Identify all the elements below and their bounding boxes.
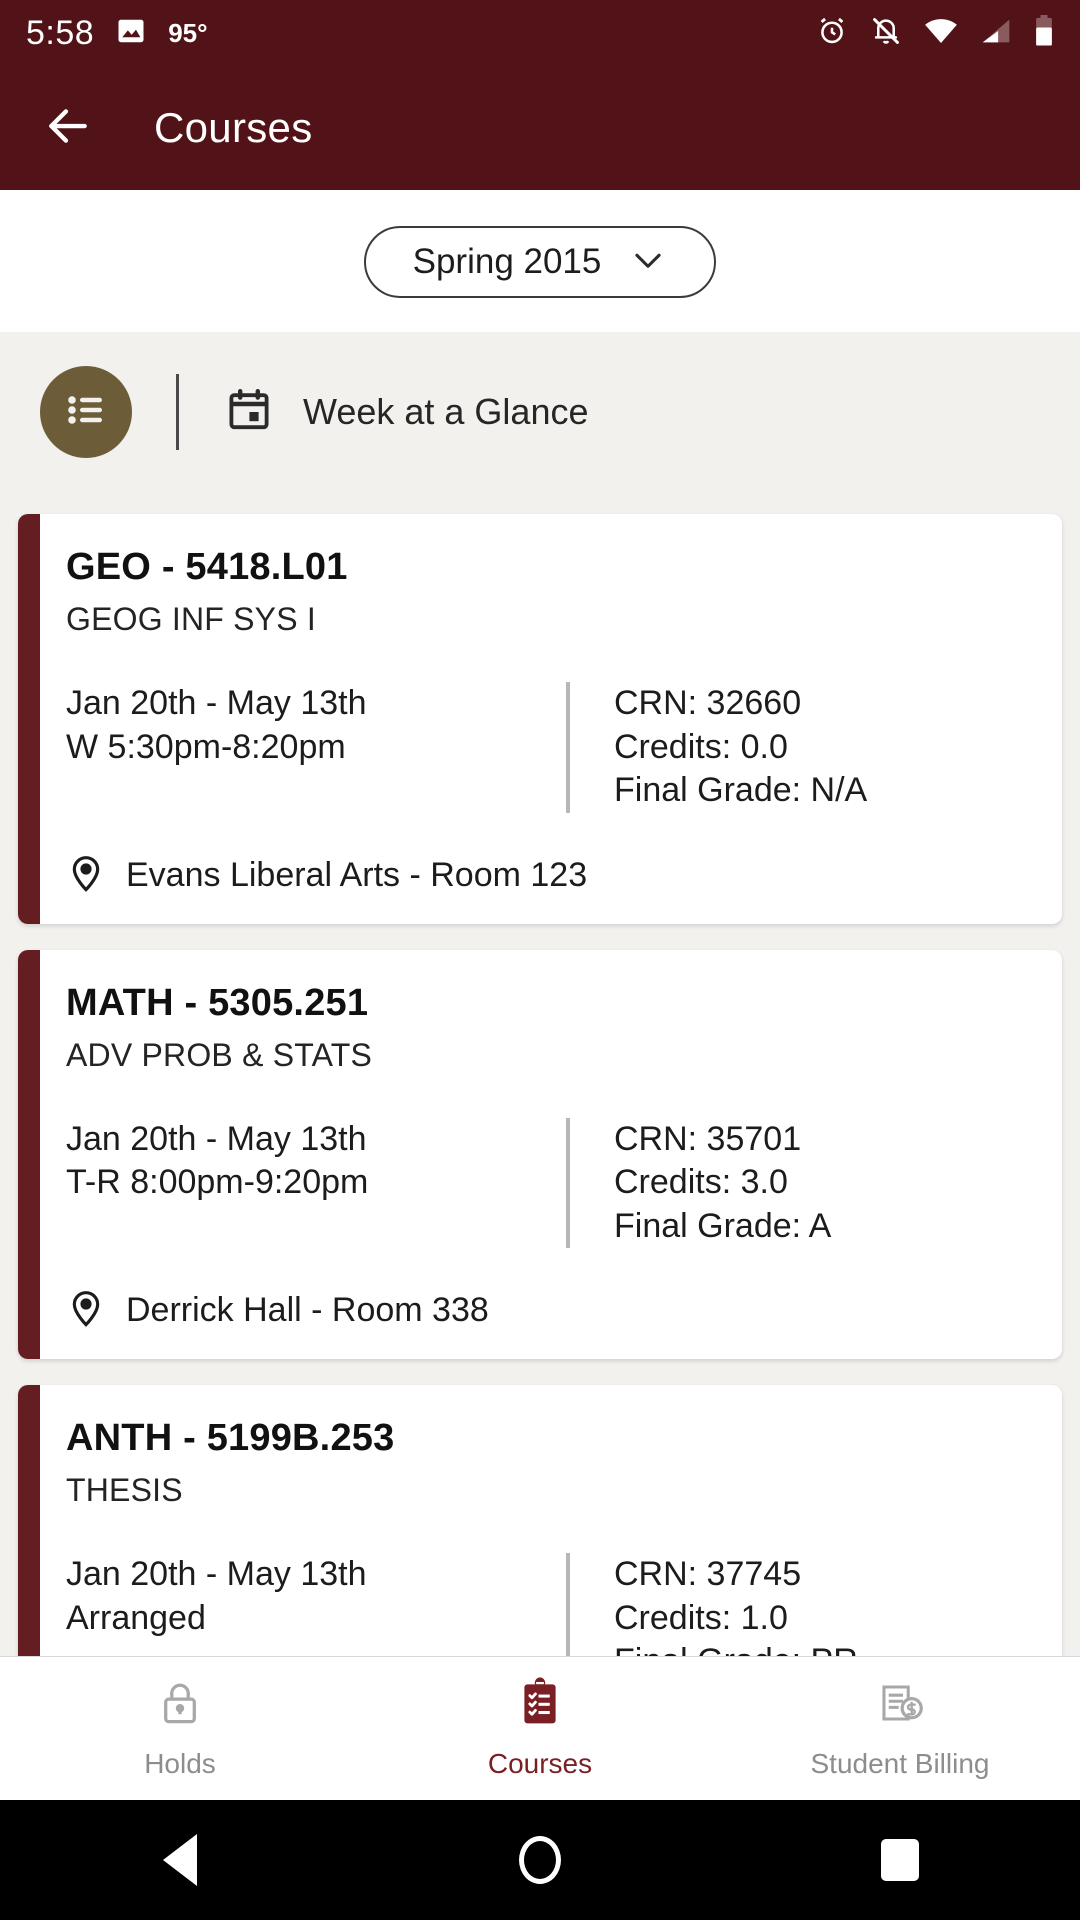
term-selector-label: Spring 2015 xyxy=(412,242,602,281)
course-crn: CRN: 37745 xyxy=(614,1555,802,1594)
back-arrow-icon xyxy=(43,101,93,156)
nav-item-courses[interactable]: Courses xyxy=(360,1657,720,1800)
course-details: Jan 20th - May 13th W 5:30pm-8:20pm CRN:… xyxy=(66,682,1022,813)
app-screen: 5:58 95° Courses Spring 2015 Week at a G… xyxy=(0,0,1080,1920)
course-meeting-times: T-R 8:00pm-9:20pm xyxy=(66,1163,369,1202)
course-code: GEO - 5418.L01 xyxy=(66,546,348,588)
lock-icon xyxy=(154,1677,206,1734)
battery-icon xyxy=(1034,14,1054,52)
bottom-navigation: Holds Courses Student Billing xyxy=(0,1656,1080,1800)
card-accent-bar xyxy=(18,514,40,924)
toolbar-divider xyxy=(176,374,179,450)
list-icon xyxy=(62,386,110,439)
card-accent-bar xyxy=(18,1385,40,1656)
course-card[interactable]: GEO - 5418.L01 GEOG INF SYS I Jan 20th -… xyxy=(18,514,1062,924)
nav-item-student-billing[interactable]: Student Billing xyxy=(720,1657,1080,1800)
course-dates: Jan 20th - May 13th xyxy=(66,1555,367,1594)
course-info-column: CRN: 32660 Credits: 0.0 Final Grade: N/A xyxy=(614,682,1022,813)
course-crn: CRN: 32660 xyxy=(614,684,802,722)
image-icon xyxy=(116,16,146,51)
calendar-icon xyxy=(225,386,273,439)
course-final-grade: Final Grade: PR xyxy=(614,1640,1022,1656)
android-home-button[interactable] xyxy=(360,1836,720,1884)
page-title: Courses xyxy=(154,104,313,151)
course-info-column: CRN: 35701 Credits: 3.0 Final Grade: A xyxy=(614,1118,1022,1249)
course-dates: Jan 20th - May 13th xyxy=(66,1119,367,1158)
cellular-signal-icon xyxy=(980,16,1012,51)
week-at-a-glance-button[interactable]: Week at a Glance xyxy=(225,386,589,439)
android-back-icon xyxy=(163,1834,197,1886)
course-credits: Credits: 3.0 xyxy=(614,1163,788,1202)
status-temperature: 95° xyxy=(168,17,208,48)
course-card[interactable]: MATH - 5305.251 ADV PROB & STATS Jan 20t… xyxy=(18,949,1062,1360)
course-credits: Credits: 1.0 xyxy=(614,1598,788,1637)
details-divider xyxy=(566,1117,570,1249)
course-list[interactable]: GEO - 5418.L01 GEOG INF SYS I Jan 20th -… xyxy=(0,492,1080,1656)
course-title: ADV PROB & STATS xyxy=(66,1036,373,1073)
course-meeting-times: Arranged xyxy=(66,1598,206,1637)
card-accent-bar xyxy=(18,949,40,1360)
course-info-column: CRN: 37745 Credits: 1.0 Final Grade: PR xyxy=(614,1553,1022,1656)
chevron-down-icon xyxy=(629,241,667,284)
course-schedule-column: Jan 20th - May 13th W 5:30pm-8:20pm xyxy=(66,682,566,813)
view-toolbar: Week at a Glance xyxy=(0,332,1080,492)
course-credits: Credits: 0.0 xyxy=(614,727,788,766)
course-meeting-times: W 5:30pm-8:20pm xyxy=(66,727,346,766)
course-location-row: Evans Liberal Arts - Room 123 xyxy=(66,853,1022,898)
back-button[interactable] xyxy=(40,100,96,156)
billing-document-icon xyxy=(874,1677,926,1734)
android-recents-icon xyxy=(881,1839,919,1881)
course-code: ANTH - 5199B.253 xyxy=(66,1417,395,1460)
course-card[interactable]: ANTH - 5199B.253 THESIS Jan 20th - May 1… xyxy=(18,1385,1062,1656)
course-dates: Jan 20th - May 13th xyxy=(66,684,367,722)
course-title: GEOG INF SYS I xyxy=(66,601,316,637)
notifications-off-icon xyxy=(870,15,902,52)
course-details: Jan 20th - May 13th T-R 8:00pm-9:20pm CR… xyxy=(66,1117,1022,1249)
nav-label-holds: Holds xyxy=(144,1748,216,1779)
course-details: Jan 20th - May 13th Arranged CRN: 37745 … xyxy=(66,1553,1022,1656)
nav-label-courses: Courses xyxy=(487,1748,593,1779)
course-location: Evans Liberal Arts - Room 123 xyxy=(126,855,588,894)
course-schedule-column: Jan 20th - May 13th Arranged xyxy=(66,1553,566,1656)
details-divider xyxy=(566,1553,570,1656)
location-pin-icon xyxy=(66,1288,106,1333)
alarm-icon xyxy=(816,15,848,52)
status-bar-left: 5:58 95° xyxy=(26,14,208,53)
course-final-grade: Final Grade: A xyxy=(614,1206,832,1245)
status-time: 5:58 xyxy=(26,13,95,52)
app-bar: Courses xyxy=(0,66,1080,190)
android-back-button[interactable] xyxy=(0,1834,360,1886)
course-location: Derrick Hall - Room 338 xyxy=(126,1291,489,1330)
term-selector-zone: Spring 2015 xyxy=(0,190,1080,332)
course-code: MATH - 5305.251 xyxy=(66,981,369,1024)
course-location-row: Derrick Hall - Room 338 xyxy=(66,1288,1022,1333)
wifi-icon xyxy=(924,16,958,51)
list-view-button[interactable] xyxy=(40,366,132,458)
course-final-grade: Final Grade: N/A xyxy=(614,771,868,810)
location-pin-icon xyxy=(66,853,106,898)
status-bar-right xyxy=(816,14,1054,52)
android-home-icon xyxy=(519,1836,561,1884)
status-bar: 5:58 95° xyxy=(0,0,1080,66)
android-navigation-bar xyxy=(0,1800,1080,1920)
week-at-a-glance-label: Week at a Glance xyxy=(303,391,589,432)
course-crn: CRN: 35701 xyxy=(614,1119,802,1158)
android-recents-button[interactable] xyxy=(720,1839,1080,1881)
nav-item-holds[interactable]: Holds xyxy=(0,1657,360,1800)
nav-label-student-billing: Student Billing xyxy=(810,1748,990,1779)
course-title: THESIS xyxy=(66,1472,183,1509)
term-selector[interactable]: Spring 2015 xyxy=(364,226,716,298)
course-schedule-column: Jan 20th - May 13th T-R 8:00pm-9:20pm xyxy=(66,1118,566,1249)
details-divider xyxy=(566,682,570,813)
clipboard-checklist-icon xyxy=(514,1677,566,1734)
